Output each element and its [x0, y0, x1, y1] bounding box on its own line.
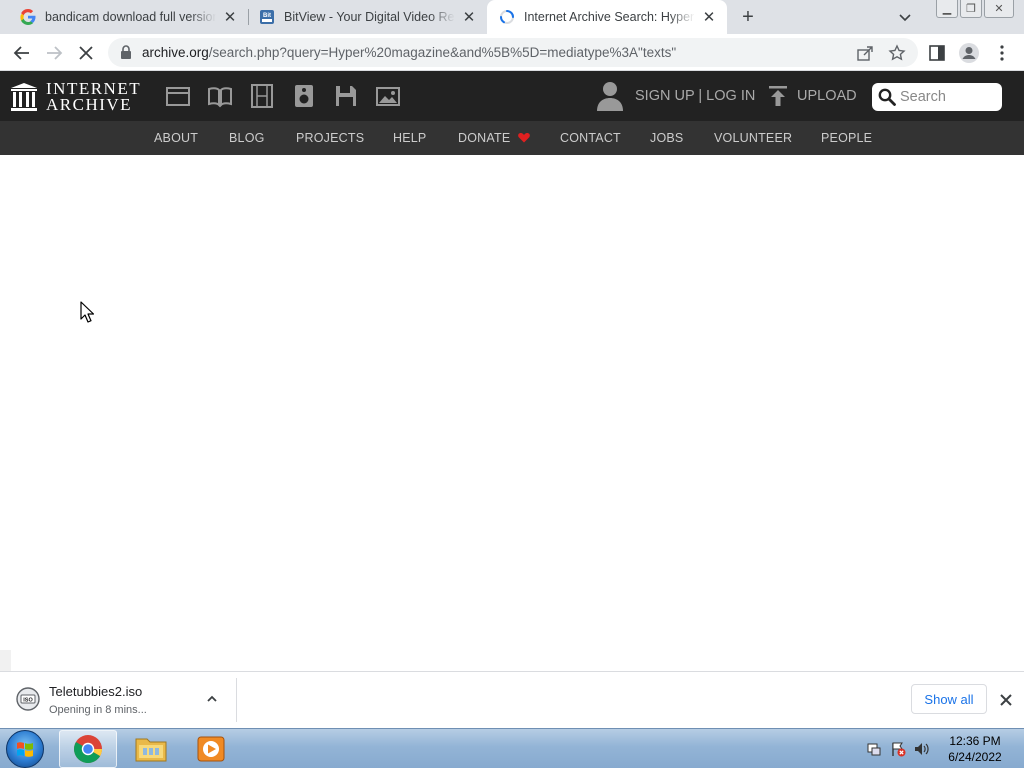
- tab-strip: bandicam download full version ✕ Bit Bit…: [0, 0, 1024, 34]
- close-icon[interactable]: ✕: [461, 9, 477, 26]
- system-tray: [866, 741, 930, 757]
- url-text[interactable]: archive.org/search.php?query=Hyper%20mag…: [142, 45, 676, 60]
- sign-up-login-link[interactable]: SIGN UP | LOG IN: [635, 88, 755, 104]
- web-icon[interactable]: [165, 83, 191, 109]
- archive-building-icon: [11, 83, 37, 111]
- bitview-icon: Bit: [260, 10, 274, 24]
- search-icon: [878, 88, 896, 106]
- volume-icon[interactable]: [914, 741, 930, 757]
- nav-donate[interactable]: DONATE: [458, 131, 530, 145]
- forward-arrow-icon: [47, 46, 63, 60]
- stop-icon: [79, 46, 93, 60]
- tab-title: Internet Archive Search: Hyper magazine: [524, 10, 695, 24]
- taskbar-media-player[interactable]: [182, 730, 240, 768]
- profile-avatar-icon[interactable]: [958, 42, 980, 64]
- system-clock[interactable]: 12:36 PM 6/24/2022: [940, 733, 1010, 765]
- tab-bandicam[interactable]: bandicam download full version ✕: [0, 0, 248, 34]
- audio-icon[interactable]: [291, 83, 317, 109]
- forward-button[interactable]: [42, 41, 66, 65]
- show-all-downloads-button[interactable]: Show all: [911, 684, 987, 714]
- start-button[interactable]: [6, 730, 44, 768]
- back-arrow-icon: [13, 46, 29, 60]
- tab-search-chevron-icon[interactable]: [896, 8, 914, 26]
- ia-search-input[interactable]: Search: [872, 83, 1002, 111]
- url-path: /search.php?query=Hyper%20magazine&and%5…: [208, 45, 677, 60]
- taskbar-explorer[interactable]: [122, 730, 180, 768]
- clock-time: 12:36 PM: [949, 734, 1001, 748]
- nav-blog[interactable]: BLOG: [229, 131, 265, 145]
- chevron-up-icon[interactable]: [205, 692, 219, 706]
- clock-date: 6/24/2022: [948, 750, 1002, 764]
- ia-header: INTERNET ARCHIVE SIGN UP | LOG IN UPLOAD…: [0, 71, 1024, 121]
- page-content-area: [0, 155, 1024, 671]
- svg-text:Bit: Bit: [263, 13, 271, 19]
- download-shelf: ISO Teletubbies2.iso Opening in 8 mins..…: [0, 671, 1024, 728]
- upload-icon[interactable]: [768, 85, 788, 107]
- heart-icon: [518, 133, 530, 143]
- chrome-icon: [74, 735, 102, 763]
- ia-logo-text: INTERNET ARCHIVE: [46, 80, 141, 114]
- restore-button[interactable]: ❐: [960, 0, 982, 18]
- nav-donate-label: DONATE: [458, 131, 511, 145]
- nav-people[interactable]: PEOPLE: [821, 131, 872, 145]
- download-file-name: Teletubbies2.iso: [49, 684, 143, 699]
- network-error-icon[interactable]: [890, 741, 906, 757]
- close-icon[interactable]: ✕: [701, 9, 717, 26]
- side-panel-icon[interactable]: [928, 44, 946, 62]
- bookmark-star-icon[interactable]: [888, 44, 906, 62]
- minimize-button[interactable]: ▁: [936, 0, 958, 18]
- ia-nav-bar: ABOUT BLOG PROJECTS HELP DONATE CONTACT …: [0, 121, 1024, 155]
- windows-taskbar: 12:36 PM 6/24/2022: [0, 728, 1024, 768]
- tab-title: bandicam download full version: [45, 10, 216, 24]
- more-menu-icon[interactable]: [994, 44, 1010, 62]
- lock-icon[interactable]: [120, 45, 132, 59]
- close-icon[interactable]: [998, 692, 1014, 708]
- user-icon[interactable]: [596, 81, 624, 111]
- nav-volunteer[interactable]: VOLUNTEER: [714, 131, 792, 145]
- logo-line-2: ARCHIVE: [46, 95, 133, 114]
- taskbar-chrome[interactable]: [59, 730, 117, 768]
- software-icon[interactable]: [333, 83, 359, 109]
- tab-title: BitView - Your Digital Video Repository: [284, 10, 455, 24]
- address-bar[interactable]: archive.org/search.php?query=Hyper%20mag…: [108, 38, 918, 67]
- tab-internet-archive[interactable]: Internet Archive Search: Hyper magazine …: [487, 0, 727, 34]
- video-icon[interactable]: [249, 83, 275, 109]
- texts-icon[interactable]: [207, 83, 233, 109]
- nav-about[interactable]: ABOUT: [154, 131, 198, 145]
- close-window-button[interactable]: ✕: [984, 0, 1014, 18]
- url-host: archive.org: [142, 45, 209, 60]
- new-tab-button[interactable]: +: [737, 6, 759, 28]
- download-status: Opening in 8 mins...: [49, 704, 147, 716]
- close-icon[interactable]: ✕: [222, 9, 238, 26]
- action-center-flag-icon[interactable]: [866, 741, 882, 757]
- images-icon[interactable]: [375, 83, 401, 109]
- iso-file-icon: ISO: [16, 687, 40, 711]
- stop-loading-button[interactable]: [74, 41, 98, 65]
- window-controls: ▁ ❐ ✕: [936, 0, 1014, 18]
- ia-logo[interactable]: INTERNET ARCHIVE: [10, 80, 141, 114]
- tab-bitview[interactable]: Bit BitView - Your Digital Video Reposit…: [249, 0, 487, 34]
- nav-projects[interactable]: PROJECTS: [296, 131, 364, 145]
- svg-text:ISO: ISO: [23, 698, 33, 704]
- media-player-icon: [197, 736, 225, 762]
- horizontal-scrollbar[interactable]: [0, 650, 11, 671]
- windows-logo-icon: [17, 742, 33, 757]
- google-icon: [20, 9, 36, 25]
- browser-toolbar: archive.org/search.php?query=Hyper%20mag…: [0, 34, 1024, 71]
- nav-jobs[interactable]: JOBS: [650, 131, 683, 145]
- upload-link[interactable]: UPLOAD: [797, 88, 857, 104]
- explorer-folder-icon: [135, 738, 167, 762]
- share-icon[interactable]: [856, 44, 874, 62]
- search-placeholder: Search: [900, 89, 946, 105]
- divider: [236, 678, 237, 722]
- mouse-cursor-icon: [80, 301, 94, 323]
- nav-help[interactable]: HELP: [393, 131, 426, 145]
- back-button[interactable]: [10, 41, 34, 65]
- nav-contact[interactable]: CONTACT: [560, 131, 621, 145]
- loading-spinner-icon: [499, 10, 514, 24]
